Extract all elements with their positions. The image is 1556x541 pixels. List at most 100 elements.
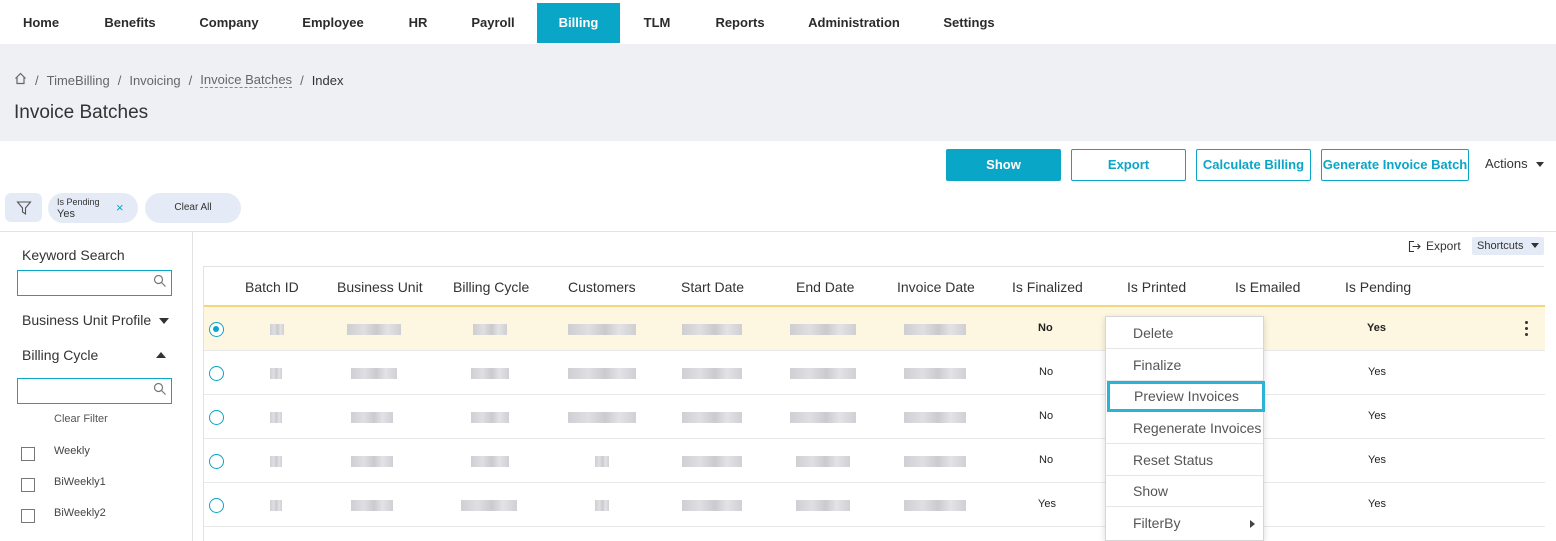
redacted-cell	[904, 456, 966, 467]
generate-invoice-batch-button[interactable]: Generate Invoice Batch	[1321, 149, 1469, 181]
breadcrumb-separator: /	[300, 72, 304, 88]
filter-chip-is-pending: Is Pending Yes ×	[48, 193, 138, 223]
redacted-cell	[790, 368, 856, 379]
filter-chip-value: Yes	[57, 208, 75, 220]
actions-label: Actions	[1485, 156, 1528, 171]
column-header-is-emailed[interactable]: Is Emailed	[1235, 279, 1300, 295]
redacted-cell	[471, 412, 509, 423]
redacted-cell	[473, 324, 507, 335]
redacted-cell	[471, 368, 509, 379]
chevron-right-icon	[1250, 520, 1255, 528]
redacted-cell	[270, 368, 282, 379]
redacted-cell	[904, 368, 966, 379]
home-icon[interactable]	[14, 72, 27, 88]
checkbox-biweekly2[interactable]	[21, 509, 35, 523]
checkbox-biweekly1[interactable]	[21, 478, 35, 492]
row-select-radio[interactable]	[209, 366, 224, 381]
kebab-icon[interactable]	[1525, 321, 1531, 339]
redacted-cell	[682, 456, 742, 467]
menu-item-show[interactable]: Show	[1106, 476, 1263, 507]
grid-export-button[interactable]: Export	[1408, 239, 1461, 253]
redacted-cell	[270, 412, 282, 423]
column-header-start-date[interactable]: Start Date	[681, 279, 744, 295]
menu-item-preview-invoices[interactable]: Preview Invoices	[1107, 381, 1265, 412]
nav-home[interactable]: Home	[14, 3, 68, 43]
nav-payroll[interactable]: Payroll	[464, 3, 522, 43]
billing-cycle-search-input[interactable]	[17, 378, 172, 404]
redacted-cell	[351, 368, 397, 379]
table-row[interactable]: No Yes	[204, 395, 1545, 439]
nav-administration[interactable]: Administration	[800, 3, 908, 43]
redacted-cell	[796, 456, 850, 467]
option-label: Weekly	[54, 445, 90, 457]
column-header-billing-cycle[interactable]: Billing Cycle	[453, 279, 529, 295]
row-select-radio[interactable]	[209, 322, 224, 337]
redacted-cell	[568, 368, 636, 379]
redacted-cell	[682, 324, 742, 335]
nav-settings[interactable]: Settings	[936, 3, 1002, 43]
option-label: BiWeekly1	[54, 476, 106, 488]
clear-all-button[interactable]: Clear All	[145, 193, 241, 223]
table-row[interactable]: No Yes	[204, 351, 1545, 395]
clear-filter-link[interactable]: Clear Filter	[54, 413, 108, 425]
redacted-cell	[270, 456, 282, 467]
search-icon	[153, 274, 166, 287]
nav-company[interactable]: Company	[192, 3, 266, 43]
breadcrumb-invoice-batches[interactable]: Invoice Batches	[200, 72, 293, 88]
nav-hr[interactable]: HR	[400, 3, 436, 43]
grid-export-label: Export	[1426, 239, 1461, 253]
column-header-batch-id[interactable]: Batch ID	[245, 279, 299, 295]
business-unit-profile-toggle[interactable]: Business Unit Profile	[22, 312, 170, 328]
nav-benefits[interactable]: Benefits	[96, 3, 164, 43]
row-select-radio[interactable]	[209, 498, 224, 513]
show-button[interactable]: Show	[946, 149, 1061, 181]
menu-item-filterby-label: FilterBy	[1133, 515, 1181, 531]
keyword-search-input[interactable]	[17, 270, 172, 296]
column-header-customers[interactable]: Customers	[568, 279, 636, 295]
breadcrumb-invoicing[interactable]: Invoicing	[129, 73, 180, 88]
redacted-cell	[595, 456, 609, 467]
redacted-cell	[347, 324, 401, 335]
cell-is-pending: Yes	[1368, 366, 1386, 378]
close-icon[interactable]: ×	[116, 200, 124, 215]
table-row[interactable]: Yes Yes	[204, 483, 1545, 527]
billing-cycle-toggle[interactable]: Billing Cycle	[22, 347, 172, 363]
menu-item-filterby[interactable]: FilterBy	[1106, 508, 1263, 539]
top-nav: Home Benefits Company Employee HR Payrol…	[0, 0, 1556, 44]
chevron-up-icon	[156, 352, 166, 358]
filter-toggle-button[interactable]	[5, 193, 42, 222]
column-header-is-finalized[interactable]: Is Finalized	[1012, 279, 1083, 295]
nav-tlm[interactable]: TLM	[634, 3, 680, 43]
menu-item-delete[interactable]: Delete	[1106, 318, 1263, 349]
row-select-radio[interactable]	[209, 410, 224, 425]
export-button[interactable]: Export	[1071, 149, 1186, 181]
shortcuts-dropdown[interactable]: Shortcuts	[1472, 237, 1544, 255]
table-row[interactable]: No Yes	[204, 307, 1545, 351]
cell-is-pending: Yes	[1368, 410, 1386, 422]
billing-cycle-label: Billing Cycle	[22, 347, 99, 363]
divider	[0, 231, 1556, 232]
redacted-cell	[904, 500, 966, 511]
actions-dropdown[interactable]: Actions	[1485, 156, 1545, 171]
menu-item-finalize[interactable]: Finalize	[1106, 350, 1263, 381]
nav-billing[interactable]: Billing	[537, 3, 620, 43]
row-select-radio[interactable]	[209, 454, 224, 469]
redacted-cell	[904, 412, 966, 423]
calculate-billing-button[interactable]: Calculate Billing	[1196, 149, 1311, 181]
menu-item-reset-status[interactable]: Reset Status	[1106, 445, 1263, 476]
column-header-is-printed[interactable]: Is Printed	[1127, 279, 1186, 295]
breadcrumb-timebilling[interactable]: TimeBilling	[47, 73, 110, 88]
breadcrumb-index: Index	[311, 72, 344, 88]
breadcrumb: / TimeBilling / Invoicing / Invoice Batc…	[14, 72, 344, 88]
menu-item-regenerate-invoices[interactable]: Regenerate Invoices	[1106, 413, 1263, 444]
checkbox-weekly[interactable]	[21, 447, 35, 461]
table-row[interactable]: No Yes	[204, 439, 1545, 483]
column-header-is-pending[interactable]: Is Pending	[1345, 279, 1411, 295]
nav-employee[interactable]: Employee	[294, 3, 372, 43]
page-title: Invoice Batches	[14, 102, 149, 123]
nav-reports[interactable]: Reports	[708, 3, 772, 43]
column-header-business-unit[interactable]: Business Unit	[337, 279, 423, 295]
cell-is-finalized: Yes	[1038, 498, 1056, 510]
column-header-invoice-date[interactable]: Invoice Date	[897, 279, 975, 295]
column-header-end-date[interactable]: End Date	[796, 279, 854, 295]
